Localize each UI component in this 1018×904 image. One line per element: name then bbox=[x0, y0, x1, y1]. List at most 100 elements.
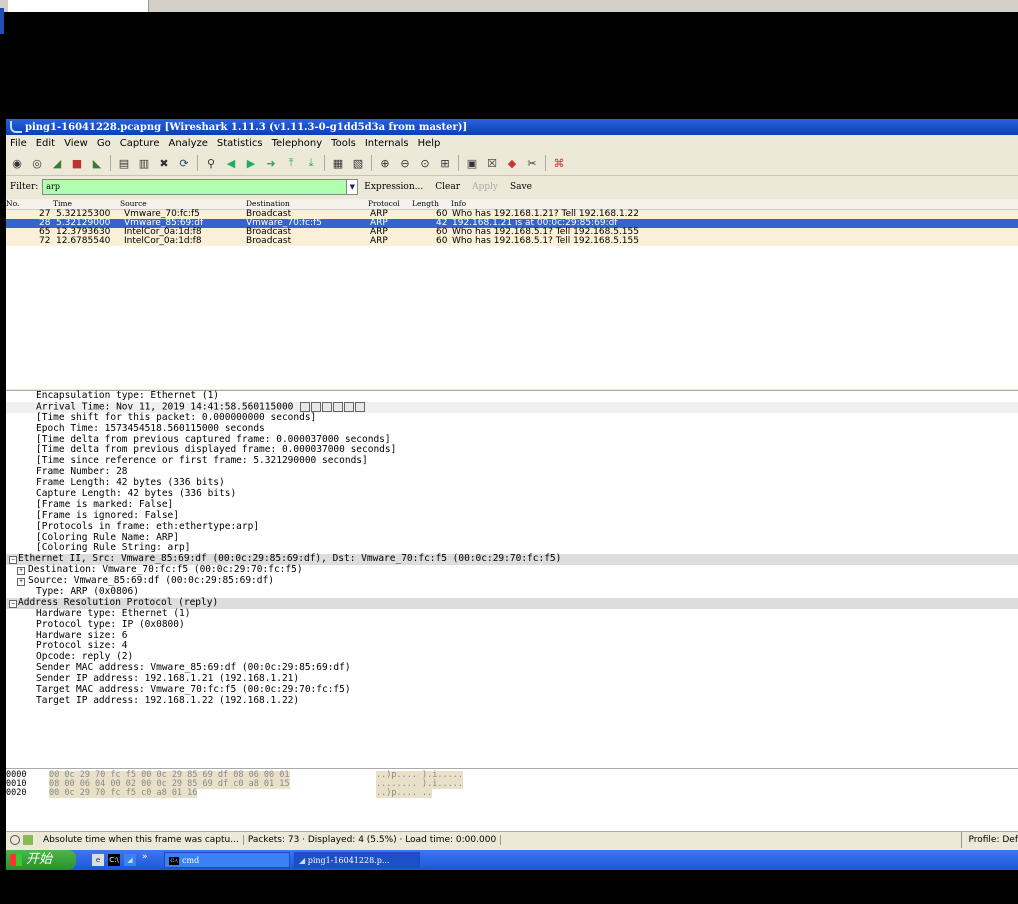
start-capture-icon[interactable]: ◢ bbox=[50, 156, 64, 170]
display-filter-input[interactable]: arp bbox=[42, 179, 348, 195]
reload-icon[interactable]: ⟳ bbox=[177, 156, 191, 170]
col-destination[interactable]: Destination bbox=[246, 199, 290, 208]
resize-columns-icon[interactable]: ⊞ bbox=[438, 156, 452, 170]
colorize-icon[interactable]: ▦ bbox=[331, 156, 345, 170]
save-file-icon[interactable]: ▥ bbox=[137, 156, 151, 170]
filter-dropdown-icon[interactable]: ▼ bbox=[347, 179, 359, 195]
auto-scroll-icon[interactable]: ▧ bbox=[351, 156, 365, 170]
capture-comments-icon[interactable] bbox=[23, 835, 33, 845]
detail-line[interactable]: Hardware size: 6 bbox=[6, 630, 1018, 642]
cell-time: 12.6785540 bbox=[56, 236, 111, 246]
cmd-window-icon: C:\ bbox=[169, 857, 179, 865]
packet-count: Packets: 73 · Displayed: 4 (5.5%) · Load… bbox=[244, 835, 502, 845]
display-filters-icon[interactable]: ☒ bbox=[485, 156, 499, 170]
clear-button[interactable]: Clear bbox=[435, 182, 460, 192]
interfaces-icon[interactable]: ◉ bbox=[10, 156, 24, 170]
menu-internals[interactable]: Internals bbox=[365, 138, 409, 149]
open-file-icon[interactable]: ▤ bbox=[117, 156, 131, 170]
expression-button[interactable]: Expression... bbox=[364, 182, 423, 192]
close-file-icon[interactable]: ✖ bbox=[157, 156, 171, 170]
background-window-edge bbox=[0, 8, 4, 34]
toolbar-separator bbox=[545, 155, 546, 171]
col-no[interactable]: No. bbox=[6, 199, 19, 208]
expand-icon[interactable]: + bbox=[17, 578, 25, 587]
menu-help[interactable]: Help bbox=[418, 138, 441, 149]
menu-file[interactable]: File bbox=[10, 138, 27, 149]
cell-protocol: ARP bbox=[370, 236, 388, 246]
quicklaunch-more[interactable]: » bbox=[142, 852, 148, 862]
menu-view[interactable]: View bbox=[64, 138, 88, 149]
wireshark-quicklaunch-icon[interactable]: ◢ bbox=[124, 854, 136, 866]
col-protocol[interactable]: Protocol bbox=[368, 199, 400, 208]
glyph-box-icon bbox=[300, 401, 311, 412]
help-icon[interactable]: ⌘ bbox=[552, 156, 566, 170]
detail-line[interactable]: [Time since reference or first frame: 5.… bbox=[6, 455, 1018, 467]
stop-capture-icon[interactable]: ■ bbox=[70, 156, 84, 170]
col-source[interactable]: Source bbox=[120, 199, 147, 208]
title-bar[interactable]: ping1-16041228.pcapng [Wireshark 1.11.3 … bbox=[6, 119, 1018, 135]
zoom-out-icon[interactable]: ⊖ bbox=[398, 156, 412, 170]
menu-telephony[interactable]: Telephony bbox=[272, 138, 323, 149]
detail-line[interactable]: [Protocols in frame: eth:ethertype:arp] bbox=[6, 521, 1018, 533]
zoom-in-icon[interactable]: ⊕ bbox=[378, 156, 392, 170]
go-back-icon[interactable]: ◀ bbox=[224, 156, 238, 170]
apply-button[interactable]: Apply bbox=[472, 182, 498, 192]
coloring-rules-icon[interactable]: ◆ bbox=[505, 156, 519, 170]
col-length[interactable]: Length bbox=[412, 199, 439, 208]
capture-filters-icon[interactable]: ▣ bbox=[465, 156, 479, 170]
go-forward-icon[interactable]: ▶ bbox=[244, 156, 258, 170]
go-to-packet-icon[interactable]: ➜ bbox=[264, 156, 278, 170]
detail-line[interactable]: Encapsulation type: Ethernet (1) bbox=[6, 390, 1018, 402]
menu-bar: File Edit View Go Capture Analyze Statis… bbox=[6, 135, 1018, 151]
detail-text: Destination: Vmware_70:fc:f5 (00:0c:29:7… bbox=[28, 564, 303, 576]
find-packet-icon[interactable]: ⚲ bbox=[204, 156, 218, 170]
profile-indicator[interactable]: Profile: Def bbox=[961, 832, 1018, 848]
hex-row[interactable]: 0020 00 0c 29 70 fc f5 c0 a8 01 16 ..)p.… bbox=[6, 789, 1018, 798]
last-packet-icon[interactable]: ⤓ bbox=[304, 156, 318, 170]
detail-line[interactable]: Protocol type: IP (0x0800) bbox=[6, 619, 1018, 631]
detail-line[interactable]: Protocol size: 4 bbox=[6, 641, 1018, 652]
detail-line[interactable]: Target IP address: 192.168.1.22 (192.168… bbox=[6, 695, 1018, 707]
restart-capture-icon[interactable]: ◣ bbox=[90, 156, 104, 170]
taskbar-cmd[interactable]: C:\ cmd bbox=[164, 852, 290, 868]
menu-tools[interactable]: Tools bbox=[331, 138, 356, 149]
cmd-quicklaunch-icon[interactable]: C:\ bbox=[108, 854, 120, 866]
start-button[interactable]: 开始 bbox=[6, 850, 76, 870]
first-packet-icon[interactable]: ⤒ bbox=[284, 156, 298, 170]
collapse-icon[interactable]: − bbox=[9, 556, 17, 565]
windows-taskbar: 开始 e C:\ ◢ » C:\ cmd ◢ ping1-16041228.p..… bbox=[6, 850, 1018, 870]
detail-line[interactable]: Epoch Time: 1573454518.560115000 seconds bbox=[6, 423, 1018, 435]
menu-go[interactable]: Go bbox=[97, 138, 111, 149]
ethernet-source[interactable]: + Source: Vmware_85:69:df (00:0c:29:85:6… bbox=[6, 575, 1018, 587]
table-row[interactable]: 72 12.6785540 IntelCor_0a:1d:f8 Broadcas… bbox=[6, 237, 1018, 246]
save-filter-button[interactable]: Save bbox=[510, 182, 532, 192]
options-icon[interactable]: ◎ bbox=[30, 156, 44, 170]
collapse-icon[interactable]: − bbox=[9, 599, 17, 608]
glyph-box-icon bbox=[311, 401, 322, 412]
toolbar-separator bbox=[110, 155, 111, 171]
menu-statistics[interactable]: Statistics bbox=[217, 138, 263, 149]
preferences-icon[interactable]: ✂ bbox=[525, 156, 539, 170]
toolbar-separator bbox=[371, 155, 372, 171]
glyph-box-icon bbox=[322, 401, 333, 412]
col-time[interactable]: Time bbox=[53, 199, 72, 208]
zoom-normal-icon[interactable]: ⊙ bbox=[418, 156, 432, 170]
ie-quicklaunch-icon[interactable]: e bbox=[92, 854, 104, 866]
menu-analyze[interactable]: Analyze bbox=[168, 138, 207, 149]
taskbar-wireshark[interactable]: ◢ ping1-16041228.p... bbox=[294, 852, 420, 868]
menu-capture[interactable]: Capture bbox=[120, 138, 160, 149]
hex-offset: 0020 bbox=[6, 788, 27, 798]
menu-edit[interactable]: Edit bbox=[36, 138, 55, 149]
taskbar-cmd-label: cmd bbox=[182, 856, 200, 865]
glyph-box-icon bbox=[333, 401, 344, 412]
wireshark-window-icon: ◢ bbox=[299, 856, 308, 865]
col-info[interactable]: Info bbox=[451, 199, 466, 208]
cell-length: 60 bbox=[436, 236, 448, 246]
main-toolbar: ◉ ◎ ◢ ■ ◣ ▤ ▥ ✖ ⟳ ⚲ ◀ ▶ ➜ ⤒ ⤓ ▦ ▧ ⊕ ⊖ ⊙ … bbox=[6, 151, 1018, 176]
cell-destination: Broadcast bbox=[246, 236, 292, 246]
glyph-box-icon bbox=[344, 401, 355, 412]
expand-icon[interactable]: + bbox=[17, 567, 25, 576]
taskbar-wireshark-label: ping1-16041228.p... bbox=[307, 856, 390, 865]
toolbar-separator bbox=[458, 155, 459, 171]
expert-info-icon[interactable] bbox=[10, 835, 20, 845]
